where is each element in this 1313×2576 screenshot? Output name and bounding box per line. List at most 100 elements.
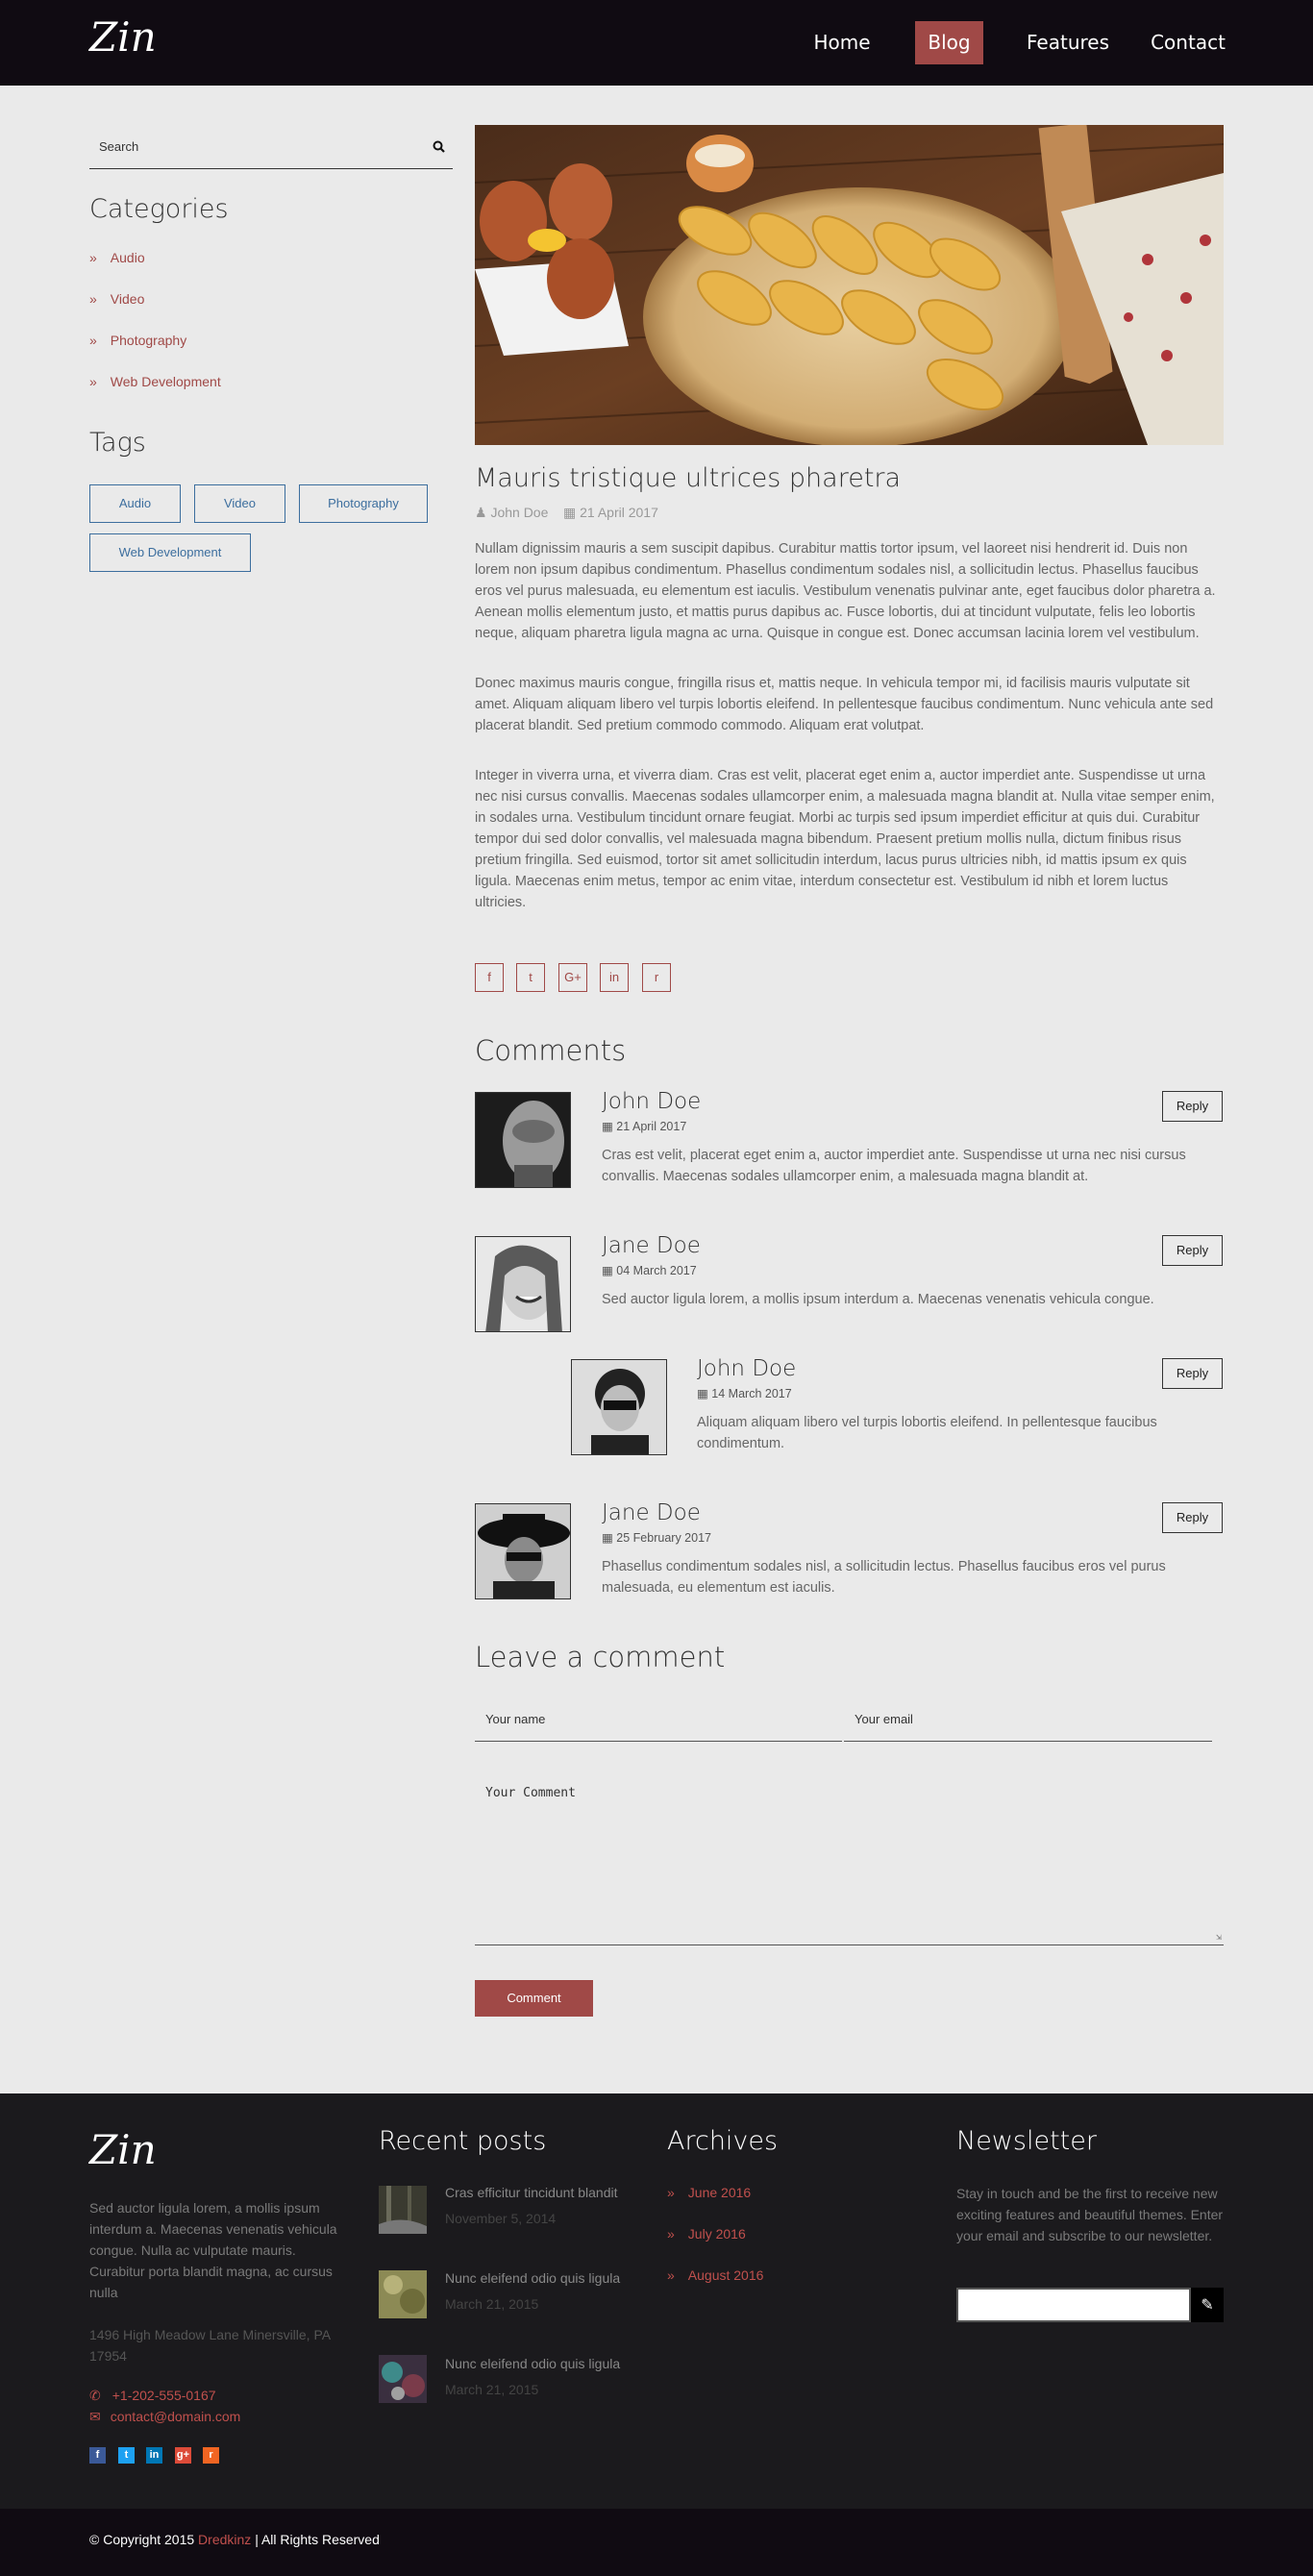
comment-avatar <box>475 1236 571 1332</box>
google-plus-icon: G+ <box>564 970 582 984</box>
email-field[interactable]: Your email <box>844 1699 1212 1742</box>
categories-title: Categories <box>89 194 229 224</box>
recent-post-date: November 5, 2014 <box>445 2211 557 2226</box>
comment-text: Aliquam aliquam libero vel turpis lobort… <box>697 1415 1157 1451</box>
tag-photography[interactable]: Photography <box>299 484 428 523</box>
comment-author: John Doe <box>602 1089 702 1114</box>
user-icon: ♟ <box>475 505 487 520</box>
tags-title: Tags <box>89 428 146 458</box>
footer-email[interactable]: ✉ contact@domain.com <box>89 2406 240 2427</box>
footer-social-twitter[interactable]: t <box>118 2447 135 2464</box>
pencil-icon: ✎ <box>1201 2295 1214 2314</box>
comment-text: Sed auctor ligula lorem, a mollis ipsum … <box>602 1292 1154 1307</box>
newsletter-text: Stay in touch and be the first to receiv… <box>956 2186 1224 2243</box>
share-google-plus-button[interactable]: G+ <box>558 963 587 992</box>
footer-phone[interactable]: ✆ +1-202-555-0167 <box>89 2385 216 2406</box>
calendar-icon: ▦ <box>563 505 577 520</box>
comment-date: ▦ 25 February 2017 <box>602 1531 711 1545</box>
archives-title: Archives <box>667 2126 779 2156</box>
nav-contact[interactable]: Contact <box>1146 21 1230 64</box>
recent-post-title[interactable]: Nunc eleifend odio quis ligula <box>445 2356 620 2371</box>
comment-author: Jane Doe <box>602 1233 701 1258</box>
nav-blog[interactable]: Blog <box>915 21 983 64</box>
twitter-icon: t <box>124 2449 129 2461</box>
post-date: ▦ 21 April 2017 <box>563 505 658 520</box>
recent-post-title[interactable]: Nunc eleifend odio quis ligula <box>445 2270 620 2286</box>
newsletter-title: Newsletter <box>956 2126 1097 2156</box>
comments-title: Comments <box>475 1034 627 1067</box>
copyright-bar: © Copyright 2015 Dredkinz | All Rights R… <box>0 2509 1313 2576</box>
copyright-brand-link[interactable]: Dredkinz <box>198 2532 251 2547</box>
recent-post-thumbnail[interactable] <box>379 2270 427 2318</box>
comment-text: Cras est velit, placerat eget enim a, au… <box>602 1148 1186 1184</box>
calendar-icon: ▦ <box>602 1120 613 1133</box>
share-twitter-button[interactable]: t <box>516 963 545 992</box>
category-web-development[interactable]: » Web Development <box>89 374 221 389</box>
comment-date: ▦ 21 April 2017 <box>602 1120 687 1133</box>
reply-button[interactable]: Reply <box>1162 1091 1223 1122</box>
footer-social-rss[interactable]: r <box>203 2447 219 2464</box>
archive-link[interactable]: » July 2016 <box>667 2226 746 2242</box>
tag-web-development[interactable]: Web Development <box>89 533 251 572</box>
resize-handle-icon[interactable]: ⇲ <box>1216 1932 1222 1943</box>
reply-button[interactable]: Reply <box>1162 1358 1223 1389</box>
archive-link[interactable]: » June 2016 <box>667 2185 751 2200</box>
search-placeholder: Search <box>99 139 139 154</box>
copyright-text: © Copyright 2015 Dredkinz | All Rights R… <box>89 2532 380 2547</box>
comment-submit-button[interactable]: Comment <box>475 1980 593 2017</box>
footer-address: 1496 High Meadow Lane Minersville, PA 17… <box>89 2327 331 2364</box>
linkedin-icon: in <box>149 2449 160 2461</box>
phone-icon: ✆ <box>89 2388 101 2403</box>
recent-post-date: March 21, 2015 <box>445 2296 539 2312</box>
nav-home[interactable]: Home <box>804 21 880 64</box>
footer-social-facebook[interactable]: f <box>89 2447 106 2464</box>
reply-button[interactable]: Reply <box>1162 1502 1223 1533</box>
archive-link[interactable]: » August 2016 <box>667 2267 763 2283</box>
comment-author: Jane Doe <box>602 1500 701 1525</box>
facebook-icon: f <box>95 2449 100 2461</box>
footer-logo[interactable]: Zin <box>89 2126 157 2173</box>
comment-date: ▦ 14 March 2017 <box>697 1387 792 1400</box>
post-featured-image <box>475 125 1224 445</box>
footer-social-google-plus[interactable]: g+ <box>175 2447 191 2464</box>
envelope-icon: ✉ <box>89 2409 101 2424</box>
post-title: Mauris tristique ultrices pharetra <box>475 463 902 493</box>
post-paragraph-2: Donec maximus mauris congue, fringilla r… <box>475 676 1214 733</box>
linkedin-icon: in <box>608 970 620 984</box>
category-photography[interactable]: » Photography <box>89 333 186 348</box>
google-plus-icon: g+ <box>176 2449 190 2461</box>
recent-post-date: March 21, 2015 <box>445 2382 539 2397</box>
comment-textarea[interactable]: Your Comment ⇲ <box>475 1772 1224 1945</box>
tag-audio[interactable]: Audio <box>89 484 181 523</box>
search-icon[interactable] <box>433 140 445 153</box>
email-placeholder: Your email <box>855 1712 913 1726</box>
reply-button[interactable]: Reply <box>1162 1235 1223 1266</box>
comment-text: Phasellus condimentum sodales nisl, a so… <box>602 1559 1166 1596</box>
post-paragraph-3: Integer in viverra urna, et viverra diam… <box>475 768 1215 910</box>
post-author[interactable]: ♟ John Doe <box>475 505 548 521</box>
name-field[interactable]: Your name <box>475 1699 842 1742</box>
name-placeholder: Your name <box>485 1712 546 1726</box>
calendar-icon: ▦ <box>602 1264 613 1277</box>
twitter-icon: t <box>529 970 533 984</box>
nav-features[interactable]: Features <box>1019 21 1117 64</box>
category-audio[interactable]: » Audio <box>89 250 145 265</box>
share-linkedin-button[interactable]: in <box>600 963 629 992</box>
category-video[interactable]: » Video <box>89 291 144 307</box>
share-rss-button[interactable]: r <box>642 963 671 992</box>
footer-about: Sed auctor ligula lorem, a mollis ipsum … <box>89 2200 337 2300</box>
recent-post-thumbnail[interactable] <box>379 2186 427 2234</box>
footer-social-linkedin[interactable]: in <box>146 2447 162 2464</box>
site-logo[interactable]: Zin <box>89 13 157 61</box>
comment-avatar <box>475 1503 571 1599</box>
newsletter-subscribe-button[interactable]: ✎ <box>1191 2288 1224 2322</box>
recent-post-title[interactable]: Cras efficitur tincidunt blandit <box>445 2185 618 2200</box>
site-header: Zin Home Blog Features Contact <box>0 0 1313 86</box>
recent-post-thumbnail[interactable] <box>379 2355 427 2403</box>
share-facebook-button[interactable]: f <box>475 963 504 992</box>
leave-comment-title: Leave a comment <box>475 1641 726 1673</box>
rss-icon: r <box>209 2449 213 2461</box>
newsletter-email-input[interactable] <box>956 2288 1191 2322</box>
tag-video[interactable]: Video <box>194 484 285 523</box>
search-input[interactable]: Search <box>89 127 453 169</box>
